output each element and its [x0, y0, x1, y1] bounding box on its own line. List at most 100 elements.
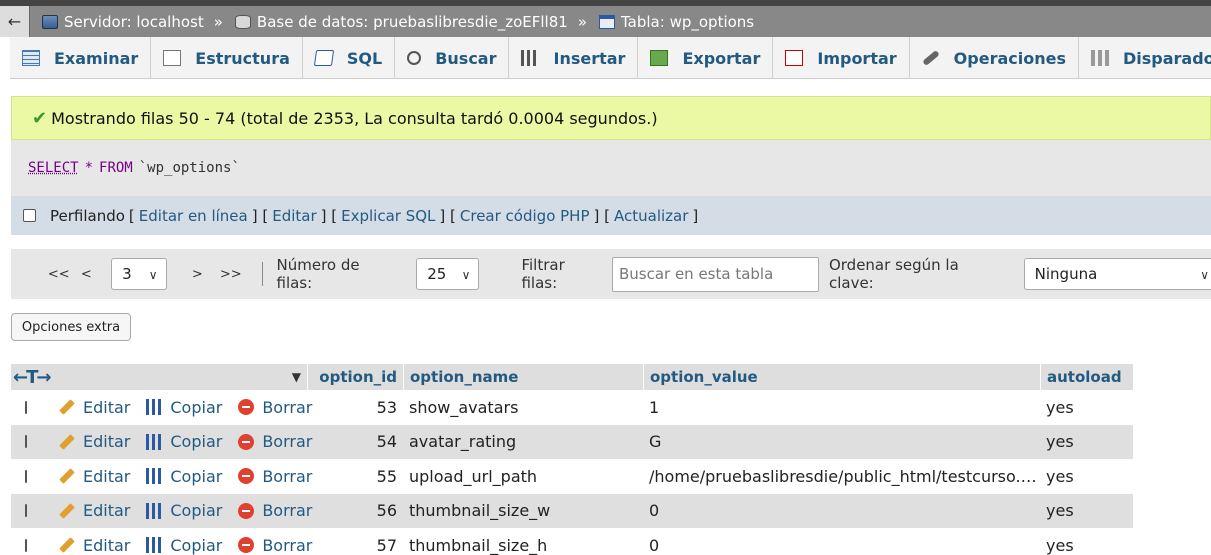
tab-label[interactable]: Operaciones	[954, 49, 1066, 68]
cell-option-id[interactable]: 55	[307, 467, 403, 486]
column-arrows-icon[interactable]: ←T→	[13, 367, 51, 388]
edit-action[interactable]: Editar	[59, 536, 130, 555]
tab-label[interactable]: Exportar	[682, 49, 760, 68]
edit-label[interactable]: Editar	[83, 398, 130, 417]
breadcrumb-server[interactable]: Servidor: localhost	[42, 13, 204, 31]
row-checkbox[interactable]	[25, 469, 27, 483]
filter-rows-input[interactable]: Buscar en esta tabla	[611, 256, 819, 292]
tab-label[interactable]: Examinar	[54, 49, 138, 68]
explain-sql-link[interactable]: Explicar SQL	[341, 207, 435, 225]
tab-examinar[interactable]: Examinar	[10, 37, 152, 79]
cell-option-id[interactable]: 54	[307, 432, 403, 451]
copy-label[interactable]: Copiar	[170, 501, 222, 520]
rows-count-select[interactable]: 25 ∨	[416, 258, 480, 290]
first-page-button[interactable]: <<	[42, 255, 76, 293]
create-php-link[interactable]: Crear código PHP	[460, 207, 590, 225]
prev-page-button[interactable]: <	[76, 255, 98, 293]
edit-action[interactable]: Editar	[59, 501, 130, 520]
tab-insertar[interactable]: Insertar	[509, 37, 639, 79]
tab-estructura[interactable]: Estructura	[151, 37, 303, 79]
tab-importar[interactable]: Importar	[773, 37, 910, 79]
tab-label[interactable]: Insertar	[553, 49, 625, 68]
tab-exportar[interactable]: Exportar	[638, 37, 774, 79]
cell-option-name[interactable]: show_avatars	[403, 398, 643, 417]
copy-action[interactable]: Copiar	[146, 398, 222, 417]
sort-key-select[interactable]: Ninguna ∨	[1023, 258, 1211, 290]
delete-label[interactable]: Borrar	[262, 467, 312, 486]
back-arrow-button[interactable]: ←	[0, 6, 30, 37]
row-checkbox[interactable]	[25, 504, 27, 518]
cell-option-id[interactable]: 56	[307, 501, 403, 520]
tab-buscar[interactable]: Buscar	[395, 37, 510, 79]
cell-option-name[interactable]: avatar_rating	[403, 432, 643, 451]
cell-autoload[interactable]: yes	[1040, 536, 1133, 555]
tab-label[interactable]: Buscar	[435, 49, 496, 68]
column-header-option-id[interactable]: option_id	[307, 364, 403, 390]
delete-label[interactable]: Borrar	[262, 398, 312, 417]
row-checkbox[interactable]	[25, 400, 27, 414]
tab-label[interactable]: Disparadores	[1123, 49, 1211, 68]
copy-label[interactable]: Copiar	[170, 467, 222, 486]
refresh-link[interactable]: Actualizar	[614, 207, 688, 225]
edit-label[interactable]: Editar	[83, 467, 130, 486]
column-header-option-name[interactable]: option_name	[403, 364, 643, 390]
sort-dropdown-icon[interactable]: ▼	[292, 370, 301, 384]
breadcrumb-table[interactable]: Tabla: wp_options	[599, 13, 754, 31]
delete-action[interactable]: Borrar	[238, 536, 312, 555]
delete-action[interactable]: Borrar	[238, 398, 312, 417]
copy-action[interactable]: Copiar	[146, 536, 222, 555]
sql-select-keyword[interactable]: SELECT	[28, 160, 79, 176]
copy-label[interactable]: Copiar	[170, 536, 222, 555]
delete-action[interactable]: Borrar	[238, 467, 312, 486]
column-header-autoload[interactable]: autoload	[1040, 364, 1133, 390]
cell-option-value[interactable]: /home/pruebaslibresdie/public_html/testc…	[643, 467, 1040, 486]
delete-label[interactable]: Borrar	[262, 432, 312, 451]
delete-action[interactable]: Borrar	[238, 432, 312, 451]
delete-label[interactable]: Borrar	[262, 501, 312, 520]
next-page-button[interactable]: >	[181, 255, 215, 293]
copy-action[interactable]: Copiar	[146, 467, 222, 486]
copy-action[interactable]: Copiar	[146, 501, 222, 520]
extra-options-button[interactable]: Opciones extra	[11, 313, 131, 341]
edit-link[interactable]: Editar	[272, 207, 316, 225]
profiling-checkbox[interactable]	[23, 209, 36, 222]
delete-label[interactable]: Borrar	[262, 536, 312, 555]
row-checkbox[interactable]	[25, 435, 27, 449]
copy-label[interactable]: Copiar	[170, 432, 222, 451]
breadcrumb-server-label[interactable]: Servidor: localhost	[64, 13, 204, 31]
copy-label[interactable]: Copiar	[170, 398, 222, 417]
tab-disparadores[interactable]: Disparadores	[1079, 37, 1211, 79]
edit-label[interactable]: Editar	[83, 501, 130, 520]
cell-autoload[interactable]: yes	[1040, 501, 1133, 520]
breadcrumb-table-label[interactable]: Tabla: wp_options	[621, 13, 754, 31]
copy-action[interactable]: Copiar	[146, 432, 222, 451]
tab-operaciones[interactable]: Operaciones	[910, 37, 1079, 79]
cell-autoload[interactable]: yes	[1040, 432, 1133, 451]
cell-option-value[interactable]: 1	[643, 398, 1040, 417]
page-select[interactable]: 3 ∨	[111, 258, 167, 290]
edit-action[interactable]: Editar	[59, 398, 130, 417]
cell-autoload[interactable]: yes	[1040, 467, 1133, 486]
delete-action[interactable]: Borrar	[238, 501, 312, 520]
last-page-button[interactable]: >>	[214, 255, 248, 293]
row-checkbox[interactable]	[25, 538, 27, 552]
cell-option-name[interactable]: thumbnail_size_w	[403, 501, 643, 520]
cell-option-value[interactable]: 0	[643, 536, 1040, 555]
edit-label[interactable]: Editar	[83, 432, 130, 451]
cell-option-id[interactable]: 57	[307, 536, 403, 555]
tab-label[interactable]: Importar	[817, 49, 896, 68]
tab-sql[interactable]: SQL	[303, 37, 396, 79]
tab-label[interactable]: Estructura	[195, 49, 290, 68]
cell-autoload[interactable]: yes	[1040, 398, 1133, 417]
cell-option-name[interactable]: upload_url_path	[403, 467, 643, 486]
breadcrumb-database-label[interactable]: Base de datos: pruebaslibresdie_zoEFll81	[257, 13, 568, 31]
edit-action[interactable]: Editar	[59, 467, 130, 486]
cell-option-value[interactable]: G	[643, 432, 1040, 451]
column-header-option-value[interactable]: option_value	[643, 364, 1040, 390]
edit-label[interactable]: Editar	[83, 536, 130, 555]
edit-action[interactable]: Editar	[59, 432, 130, 451]
tab-label[interactable]: SQL	[347, 49, 382, 68]
cell-option-value[interactable]: 0	[643, 501, 1040, 520]
cell-option-id[interactable]: 53	[307, 398, 403, 417]
edit-inline-link[interactable]: Editar en línea	[139, 207, 248, 225]
